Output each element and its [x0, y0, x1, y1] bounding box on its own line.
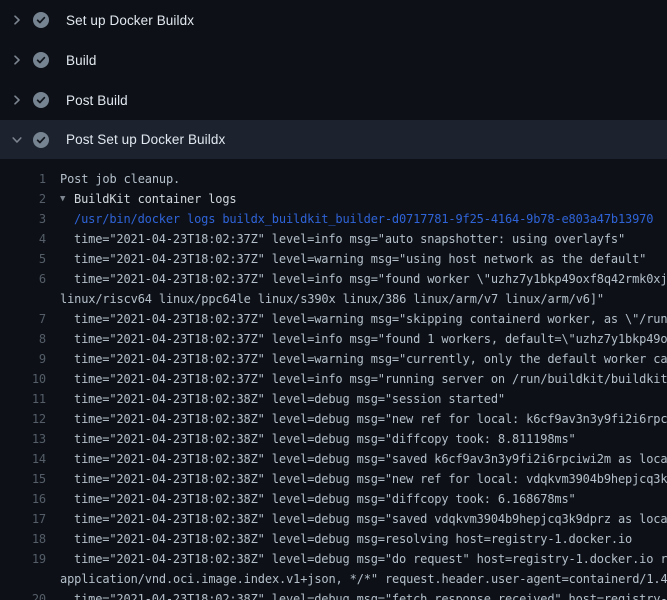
- log-group-toggle-icon[interactable]: ▼: [60, 194, 74, 204]
- log-text: time="2021-04-23T18:02:38Z" level=debug …: [74, 432, 576, 446]
- log-text: Post job cleanup.: [60, 172, 180, 186]
- log-viewer: 1 Post job cleanup. 2 ▼BuildKit containe…: [0, 159, 667, 600]
- log-text: time="2021-04-23T18:02:37Z" level=warnin…: [74, 252, 646, 266]
- chevron-right-icon[interactable]: [9, 92, 25, 108]
- step-row-2[interactable]: Post Build: [0, 80, 667, 120]
- log-text: time="2021-04-23T18:02:38Z" level=debug …: [74, 392, 505, 406]
- log-text: time="2021-04-23T18:02:38Z" level=debug …: [74, 492, 576, 506]
- log-line: 20 time="2021-04-23T18:02:38Z" level=deb…: [0, 589, 667, 600]
- log-line: linux/riscv64 linux/ppc64le linux/s390x …: [0, 289, 667, 309]
- line-number[interactable]: 12: [0, 412, 46, 426]
- log-line: 18 time="2021-04-23T18:02:38Z" level=deb…: [0, 529, 667, 549]
- log-line: 2 ▼BuildKit container logs: [0, 189, 667, 209]
- chevron-right-icon[interactable]: [9, 52, 25, 68]
- log-line: 14 time="2021-04-23T18:02:38Z" level=deb…: [0, 449, 667, 469]
- log-line: 10 time="2021-04-23T18:02:37Z" level=inf…: [0, 369, 667, 389]
- log-line: 9 time="2021-04-23T18:02:37Z" level=warn…: [0, 349, 667, 369]
- log-line: 5 time="2021-04-23T18:02:37Z" level=warn…: [0, 249, 667, 269]
- line-number[interactable]: 15: [0, 472, 46, 486]
- log-line: 15 time="2021-04-23T18:02:38Z" level=deb…: [0, 469, 667, 489]
- line-number[interactable]: 2: [0, 192, 46, 206]
- line-number[interactable]: 10: [0, 372, 46, 386]
- line-number[interactable]: 3: [0, 212, 46, 226]
- log-line: 16 time="2021-04-23T18:02:38Z" level=deb…: [0, 489, 667, 509]
- step-row-3[interactable]: Post Set up Docker Buildx: [0, 120, 667, 159]
- log-text: time="2021-04-23T18:02:37Z" level=info m…: [74, 372, 667, 386]
- log-text: time="2021-04-23T18:02:37Z" level=info m…: [74, 332, 667, 346]
- log-line: 8 time="2021-04-23T18:02:37Z" level=info…: [0, 329, 667, 349]
- check-circle-icon: [33, 12, 49, 28]
- line-number[interactable]: 13: [0, 432, 46, 446]
- log-line: 11 time="2021-04-23T18:02:38Z" level=deb…: [0, 389, 667, 409]
- log-line: 7 time="2021-04-23T18:02:37Z" level=warn…: [0, 309, 667, 329]
- check-circle-icon: [33, 52, 49, 68]
- steps-list: Set up Docker Buildx Build P: [0, 0, 667, 159]
- log-text: time="2021-04-23T18:02:37Z" level=warnin…: [74, 312, 667, 326]
- line-number[interactable]: 14: [0, 452, 46, 466]
- step-row-1[interactable]: Build: [0, 40, 667, 80]
- log-line: 1 Post job cleanup.: [0, 169, 667, 189]
- log-line: 4 time="2021-04-23T18:02:37Z" level=info…: [0, 229, 667, 249]
- line-number[interactable]: 18: [0, 532, 46, 546]
- log-text: application/vnd.oci.image.index.v1+json,…: [60, 572, 667, 586]
- log-text: time="2021-04-23T18:02:38Z" level=debug …: [74, 512, 667, 526]
- log-text: /usr/bin/docker logs buildx_buildkit_bui…: [74, 212, 653, 226]
- step-label: Build: [66, 53, 97, 68]
- line-number[interactable]: 5: [0, 252, 46, 266]
- log-text: time="2021-04-23T18:02:38Z" level=debug …: [74, 592, 667, 600]
- log-line: 3 /usr/bin/docker logs buildx_buildkit_b…: [0, 209, 667, 229]
- log-text: time="2021-04-23T18:02:37Z" level=info m…: [74, 232, 625, 246]
- log-text: time="2021-04-23T18:02:38Z" level=debug …: [74, 532, 632, 546]
- line-number[interactable]: 7: [0, 312, 46, 326]
- log-text: time="2021-04-23T18:02:37Z" level=warnin…: [74, 352, 667, 366]
- log-line: 19 time="2021-04-23T18:02:38Z" level=deb…: [0, 549, 667, 569]
- line-number[interactable]: 17: [0, 512, 46, 526]
- log-text: time="2021-04-23T18:02:37Z" level=info m…: [74, 272, 667, 286]
- line-number[interactable]: 4: [0, 232, 46, 246]
- line-number[interactable]: 16: [0, 492, 46, 506]
- log-line: 13 time="2021-04-23T18:02:38Z" level=deb…: [0, 429, 667, 449]
- line-number[interactable]: 9: [0, 352, 46, 366]
- log-line: 12 time="2021-04-23T18:02:38Z" level=deb…: [0, 409, 667, 429]
- log-line: 17 time="2021-04-23T18:02:38Z" level=deb…: [0, 509, 667, 529]
- log-text: time="2021-04-23T18:02:38Z" level=debug …: [74, 472, 667, 486]
- log-text: linux/riscv64 linux/ppc64le linux/s390x …: [60, 292, 604, 306]
- step-row-0[interactable]: Set up Docker Buildx: [0, 0, 667, 40]
- step-label: Post Build: [66, 93, 128, 108]
- log-line: application/vnd.oci.image.index.v1+json,…: [0, 569, 667, 589]
- line-number[interactable]: 11: [0, 392, 46, 406]
- log-text: time="2021-04-23T18:02:38Z" level=debug …: [74, 412, 667, 426]
- step-label: Set up Docker Buildx: [66, 13, 194, 28]
- line-number[interactable]: 6: [0, 272, 46, 286]
- log-text: time="2021-04-23T18:02:38Z" level=debug …: [74, 452, 667, 466]
- step-label: Post Set up Docker Buildx: [66, 132, 225, 147]
- chevron-down-icon[interactable]: [9, 132, 25, 148]
- line-number[interactable]: 19: [0, 552, 46, 566]
- log-line: 6 time="2021-04-23T18:02:37Z" level=info…: [0, 269, 667, 289]
- line-number[interactable]: 1: [0, 172, 46, 186]
- check-circle-icon: [33, 92, 49, 108]
- check-circle-icon: [33, 132, 49, 148]
- log-text: BuildKit container logs: [74, 192, 237, 206]
- chevron-right-icon[interactable]: [9, 12, 25, 28]
- line-number[interactable]: 20: [0, 592, 46, 600]
- log-text: time="2021-04-23T18:02:38Z" level=debug …: [74, 552, 667, 566]
- line-number[interactable]: 8: [0, 332, 46, 346]
